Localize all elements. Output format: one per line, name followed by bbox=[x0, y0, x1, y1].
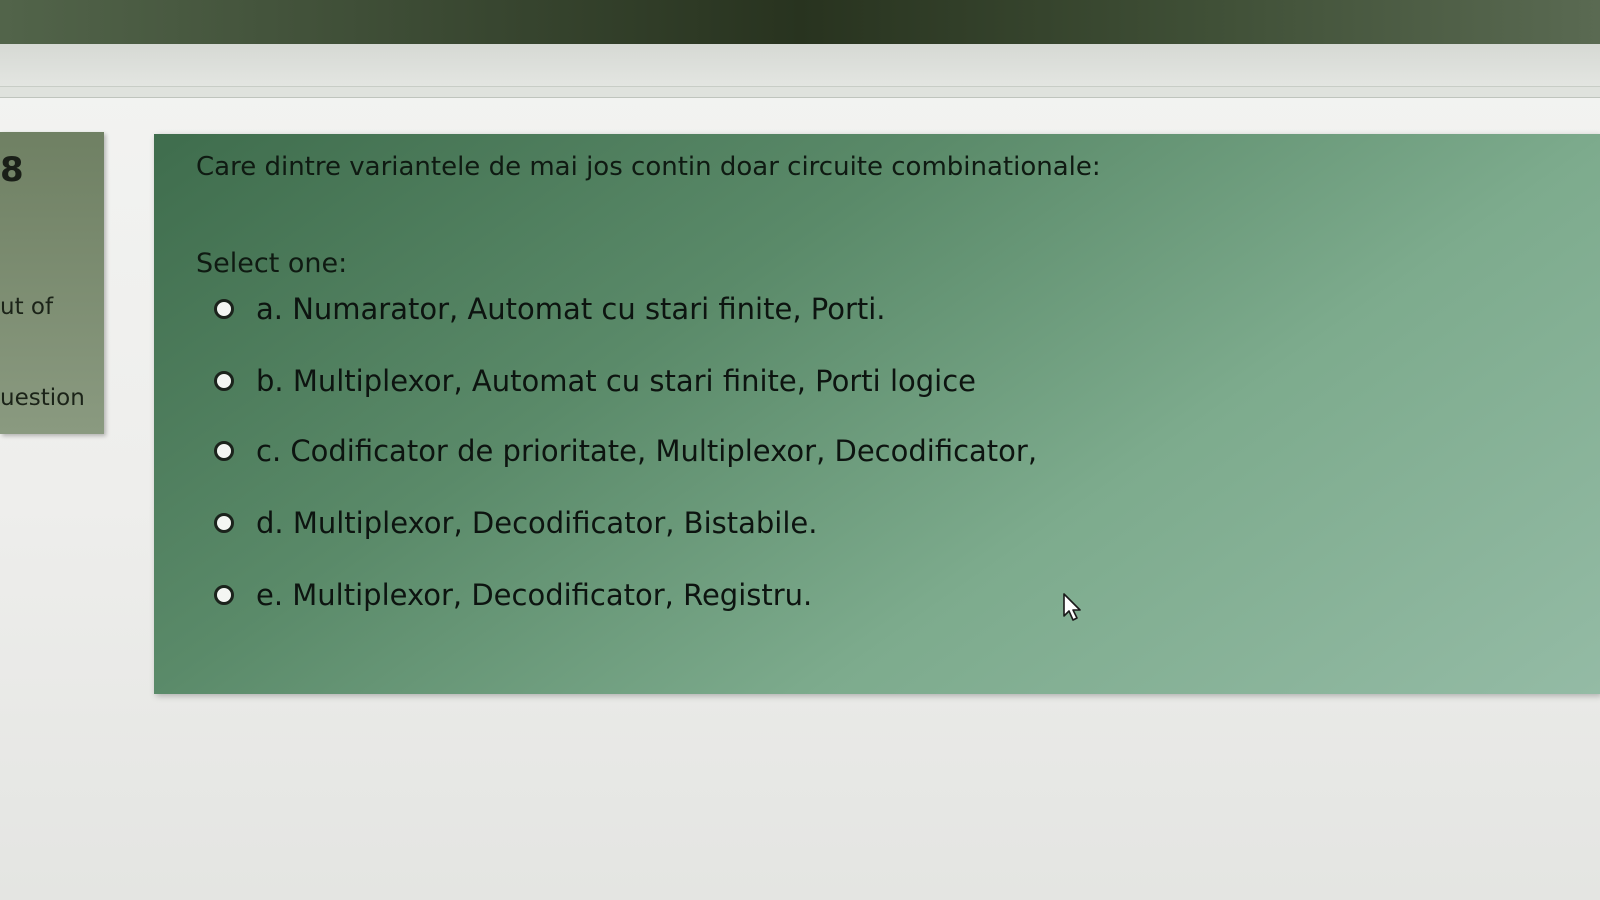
option-c-label[interactable]: c. Codificator de prioritate, Multiplexo… bbox=[256, 434, 1037, 468]
question-number: 8 bbox=[0, 150, 24, 190]
option-e-label[interactable]: e. Multiplexor, Decodificator, Registru. bbox=[256, 578, 812, 612]
radio-button-d[interactable] bbox=[214, 513, 234, 533]
option-e[interactable]: e. Multiplexor, Decodificator, Registru. bbox=[214, 578, 812, 612]
option-d-label[interactable]: d. Multiplexor, Decodificator, Bistabile… bbox=[256, 506, 817, 540]
option-a-label[interactable]: a. Numarator, Automat cu stari finite, P… bbox=[256, 292, 886, 326]
option-a[interactable]: a. Numarator, Automat cu stari finite, P… bbox=[214, 292, 886, 326]
option-b[interactable]: b. Multiplexor, Automat cu stari finite,… bbox=[214, 364, 976, 398]
radio-button-a[interactable] bbox=[214, 299, 234, 319]
info-text-line-2: uestion bbox=[0, 385, 85, 411]
select-one-prompt: Select one: bbox=[196, 248, 348, 279]
option-c[interactable]: c. Codificator de prioritate, Multiplexo… bbox=[214, 434, 1037, 468]
question-text: Care dintre variantele de mai jos contin… bbox=[196, 152, 1101, 182]
top-strip-divider bbox=[0, 86, 1600, 97]
info-text-line-1: ut of bbox=[0, 294, 54, 320]
radio-button-e[interactable] bbox=[214, 585, 234, 605]
radio-button-b[interactable] bbox=[214, 371, 234, 391]
radio-button-c[interactable] bbox=[214, 441, 234, 461]
option-b-label[interactable]: b. Multiplexor, Automat cu stari finite,… bbox=[256, 364, 976, 398]
mouse-pointer-icon bbox=[1063, 593, 1081, 621]
option-d[interactable]: d. Multiplexor, Decodificator, Bistabile… bbox=[214, 506, 817, 540]
